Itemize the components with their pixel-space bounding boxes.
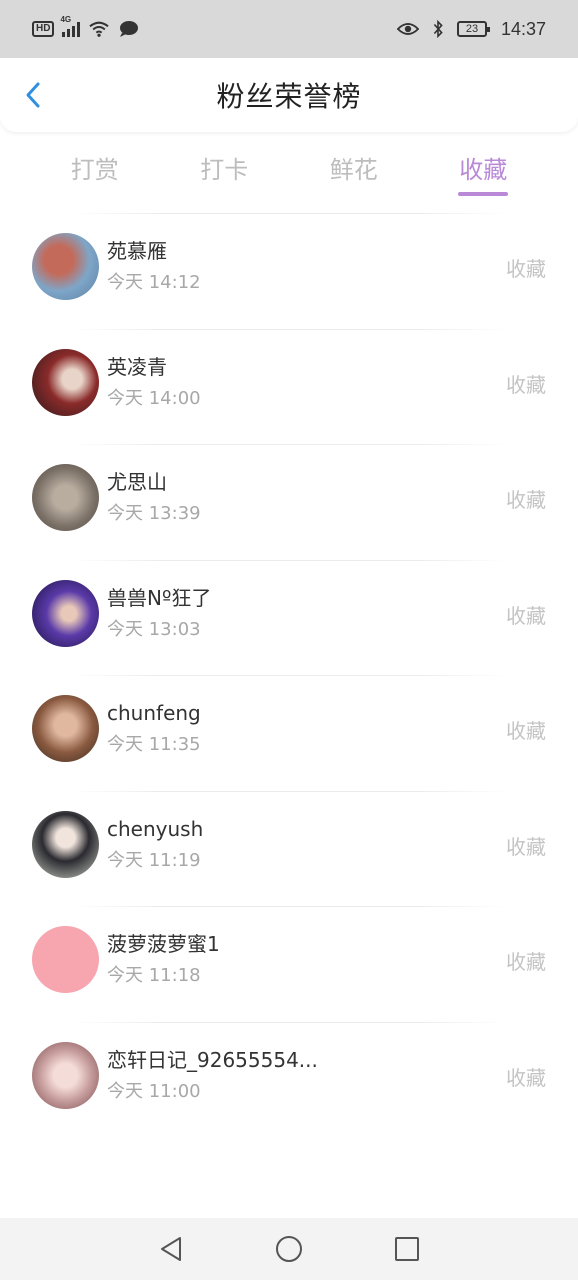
nav-recents-button[interactable]	[392, 1234, 422, 1264]
list-item[interactable]: 恋轩日记_92655554... 今天 11:00 收藏	[0, 1021, 578, 1138]
fan-name: chunfeng	[107, 701, 201, 725]
fan-time: 今天 11:18	[107, 965, 201, 986]
status-left: HD 4G	[32, 15, 140, 38]
circle-home-icon	[276, 1236, 302, 1262]
avatar[interactable]	[32, 464, 99, 531]
avatar[interactable]	[32, 810, 99, 878]
message-icon	[120, 21, 139, 37]
nav-home-button[interactable]	[274, 1234, 304, 1264]
fan-time: 今天 11:19	[107, 849, 201, 871]
fan-time: 今天 11:00	[107, 1080, 201, 1102]
list-item[interactable]: 菠萝菠萝蜜1 今天 11:18 收藏	[0, 906, 578, 1022]
fan-name: 恋轩日记_92655554...	[107, 1047, 318, 1072]
avatar[interactable]	[32, 695, 99, 762]
action-label: 收藏	[506, 372, 546, 397]
tab-favorites[interactable]: 收藏	[443, 140, 523, 200]
app-header: 粉丝荣誉榜	[0, 58, 578, 132]
fan-time: 今天 11:35	[107, 734, 201, 755]
fan-time: 今天 13:39	[107, 503, 201, 524]
battery-icon: 23	[456, 21, 490, 37]
action-label: 收藏	[506, 603, 546, 628]
cell-signal-icon: 4G	[60, 15, 81, 37]
fan-time: 今天 13:03	[107, 618, 201, 640]
action-label: 收藏	[506, 488, 546, 512]
fan-name: 苑慕雁	[107, 239, 167, 263]
avatar[interactable]	[32, 1041, 99, 1109]
hd-icon: HD	[32, 21, 55, 37]
list-item[interactable]: chunfeng 今天 11:35 收藏	[0, 675, 578, 791]
triangle-back-icon	[161, 1237, 181, 1261]
fan-time: 今天 14:00	[107, 387, 201, 409]
fan-time: 今天 14:12	[107, 272, 201, 293]
list-item[interactable]: 尤思山 今天 13:39 收藏	[0, 444, 578, 560]
chevron-left-icon	[26, 82, 40, 108]
status-bar: HD 4G 23 14:37	[0, 0, 578, 58]
action-label: 收藏	[506, 719, 546, 743]
square-recents-icon	[395, 1237, 419, 1261]
tab-reward[interactable]: 打赏	[55, 140, 135, 200]
status-time: 14:37	[500, 18, 546, 39]
bluetooth-icon	[433, 20, 443, 38]
nav-back-button[interactable]	[156, 1234, 186, 1264]
fan-name: 英凌青	[107, 354, 167, 379]
tab-flowers[interactable]: 鲜花	[314, 140, 394, 200]
tab-checkin[interactable]: 打卡	[184, 140, 264, 200]
action-label: 收藏	[506, 1065, 546, 1090]
network-type-label: 4G	[60, 15, 72, 24]
fan-name: chenyush	[107, 816, 204, 841]
system-nav-bar	[0, 1218, 578, 1280]
tab-bar: 打赏 打卡 鲜花 收藏	[0, 140, 578, 200]
list-item[interactable]: chenyush 今天 11:19 收藏	[0, 790, 578, 907]
page-title: 粉丝荣誉榜	[216, 80, 362, 113]
eye-icon	[396, 23, 419, 35]
avatar[interactable]	[32, 579, 99, 647]
list-item[interactable]: 苑慕雁 今天 14:12 收藏	[0, 213, 578, 329]
fan-list: 苑慕雁 今天 14:12 收藏 英凌青 今天 14:00 收藏 尤思山 今天 1…	[0, 213, 578, 1137]
action-label: 收藏	[506, 257, 546, 281]
avatar[interactable]	[32, 348, 99, 416]
avatar[interactable]	[32, 926, 99, 993]
list-item[interactable]: 兽兽Nº狂了 今天 13:03 收藏	[0, 559, 578, 676]
list-item[interactable]: 英凌青 今天 14:00 收藏	[0, 328, 578, 445]
avatar[interactable]	[32, 233, 99, 300]
fan-name: 尤思山	[107, 470, 167, 494]
fan-name: 菠萝菠萝蜜1	[107, 932, 220, 956]
back-button[interactable]	[16, 78, 50, 112]
fan-name: 兽兽Nº狂了	[107, 585, 212, 610]
action-label: 收藏	[506, 950, 546, 974]
wifi-icon	[89, 21, 110, 37]
status-right: 23 14:37	[396, 18, 546, 40]
action-label: 收藏	[506, 834, 546, 859]
